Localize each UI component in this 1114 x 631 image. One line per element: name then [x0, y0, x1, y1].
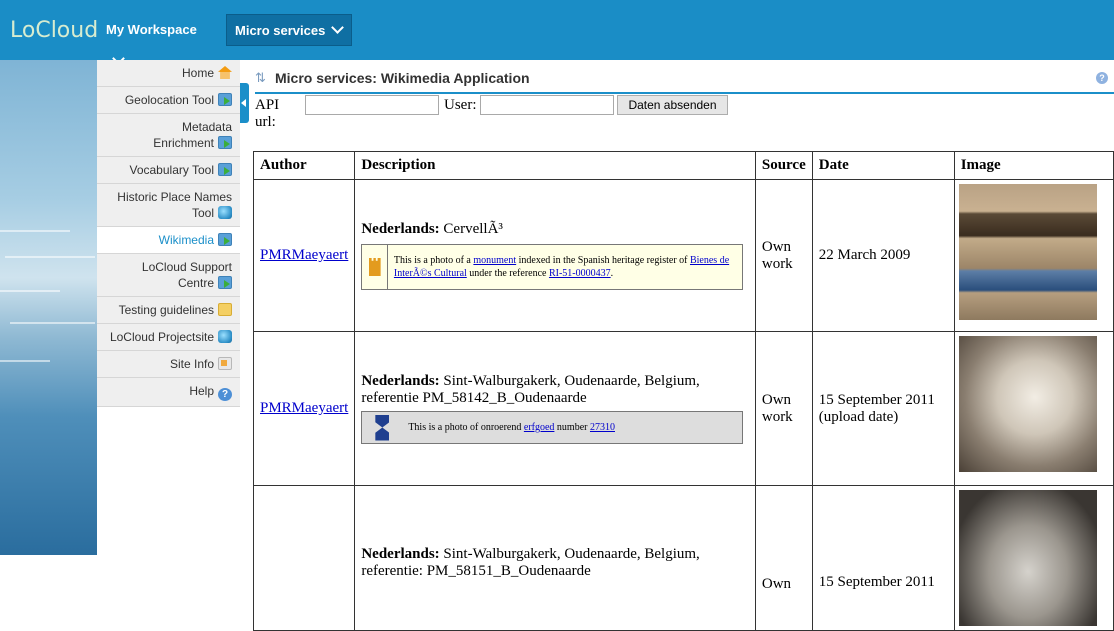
- sidebar-item-home[interactable]: Home: [97, 60, 240, 87]
- my-workspace-menu[interactable]: My Workspace: [98, 14, 220, 65]
- go-icon: [218, 93, 232, 106]
- erfgoed-link[interactable]: erfgoed: [524, 422, 555, 433]
- database-icon: [218, 206, 232, 219]
- table-header-row: Author Description Source Date Image: [252, 151, 1114, 180]
- sidebar-item-vocabulary-tool[interactable]: Vocabulary Tool: [97, 157, 240, 184]
- sidebar-item-site-info[interactable]: Site Info: [97, 351, 240, 378]
- heritage-number-link[interactable]: 27310: [590, 422, 615, 433]
- description-text: CervellÃ³: [443, 221, 503, 237]
- sidebar-item-historic-place-names[interactable]: Historic Place Names Tool: [97, 184, 240, 227]
- description-cell: Nederlands: Sint-Walburgakerk, Oudenaard…: [354, 331, 756, 486]
- locloud-logo[interactable]: LoCloud: [10, 18, 98, 43]
- sidebar-nav: Home Geolocation Tool Metadata Enrichmen…: [97, 60, 240, 407]
- home-icon: [218, 66, 232, 79]
- table-row: PMRMaeyaert Nederlands: CervellÃ³ This i…: [252, 179, 1114, 332]
- go-icon: [218, 233, 232, 246]
- description-cell: Nederlands: Sint-Walburgakerk, Oudenaard…: [354, 485, 756, 631]
- author-cell: PMRMaeyaert: [252, 331, 356, 486]
- folder-icon: [218, 303, 232, 316]
- column-header-image: Image: [953, 151, 1114, 180]
- site-info-icon: [218, 357, 232, 370]
- source-cell: Own work: [754, 331, 813, 486]
- description-language: Nederlands:: [361, 373, 440, 389]
- reference-link[interactable]: RI-51-0000437: [549, 268, 611, 279]
- top-bar: LoCloud My Workspace Micro services: [0, 0, 1114, 65]
- image-cell: [953, 179, 1114, 332]
- heritage-notice-box: This is a photo of a monument indexed in…: [361, 244, 744, 290]
- api-url-input[interactable]: [305, 95, 439, 115]
- micro-services-menu[interactable]: Micro services: [226, 14, 352, 46]
- source-cell: Own work: [754, 179, 813, 332]
- sidebar-item-metadata-enrichment[interactable]: Metadata Enrichment: [97, 114, 240, 157]
- go-icon: [218, 136, 232, 149]
- description-language: Nederlands:: [361, 546, 440, 562]
- heritage-shield-icon: [375, 414, 390, 441]
- chevron-down-icon: [331, 21, 345, 34]
- thumbnail-image[interactable]: [958, 184, 1097, 320]
- page-header: ⇅ Micro services: Wikimedia Application …: [255, 68, 1114, 94]
- thumbnail-image[interactable]: [958, 490, 1097, 626]
- column-header-source: Source: [754, 151, 813, 180]
- source-cell: Own: [754, 485, 813, 631]
- api-url-label: API url:: [255, 97, 280, 130]
- sidebar-item-geolocation-tool[interactable]: Geolocation Tool: [97, 87, 240, 114]
- database-icon: [218, 330, 232, 343]
- sidebar-item-projectsite[interactable]: LoCloud Projectsite: [97, 324, 240, 351]
- author-cell: [252, 485, 356, 631]
- thumbnail-image[interactable]: [958, 336, 1097, 472]
- user-input[interactable]: [480, 95, 614, 115]
- author-link[interactable]: PMRMaeyaert: [260, 400, 348, 416]
- castle-icon: [368, 258, 381, 276]
- table-row: Nederlands: Sint-Walburgakerk, Oudenaard…: [252, 485, 1114, 631]
- description-cell: Nederlands: CervellÃ³ This is a photo of…: [354, 179, 756, 332]
- results-table: Author Description Source Date Image PMR…: [252, 151, 1114, 631]
- go-icon: [218, 276, 232, 289]
- author-link[interactable]: PMRMaeyaert: [260, 247, 348, 263]
- sidebar-item-support-centre[interactable]: LoCloud Support Centre: [97, 254, 240, 297]
- sidebar-item-wikimedia[interactable]: Wikimedia: [97, 227, 240, 254]
- description-language: Nederlands:: [361, 221, 440, 237]
- help-icon: ?: [218, 388, 232, 401]
- sea-background: [0, 60, 97, 555]
- column-header-author: Author: [252, 151, 356, 180]
- date-cell: 15 September 2011: [811, 485, 955, 631]
- author-cell: PMRMaeyaert: [252, 179, 356, 332]
- help-icon[interactable]: ?: [1096, 72, 1108, 84]
- date-cell: 22 March 2009: [811, 179, 955, 332]
- date-cell: 15 September 2011 (upload date): [811, 331, 955, 486]
- sidebar-item-testing-guidelines[interactable]: Testing guidelines: [97, 297, 240, 324]
- go-icon: [218, 163, 232, 176]
- refresh-arrows-icon[interactable]: ⇅: [255, 70, 266, 86]
- column-header-date: Date: [811, 151, 955, 180]
- column-header-description: Description: [354, 151, 756, 180]
- image-cell: [953, 485, 1114, 631]
- micro-services-label: Micro services: [235, 23, 326, 38]
- page-title: Micro services: Wikimedia Application: [275, 70, 530, 86]
- heritage-notice-box: This is a photo of onroerend erfgoed num…: [361, 411, 744, 444]
- table-row: PMRMaeyaert Nederlands: Sint-Walburgaker…: [252, 331, 1114, 486]
- submit-button[interactable]: Daten absenden: [617, 95, 728, 115]
- sidebar-item-help[interactable]: Help?: [97, 378, 240, 407]
- image-cell: [953, 331, 1114, 486]
- collapse-sidebar-tab[interactable]: [240, 83, 249, 123]
- user-label: User:: [444, 97, 477, 113]
- my-workspace-label: My Workspace: [106, 22, 197, 37]
- monument-link[interactable]: monument: [473, 255, 516, 266]
